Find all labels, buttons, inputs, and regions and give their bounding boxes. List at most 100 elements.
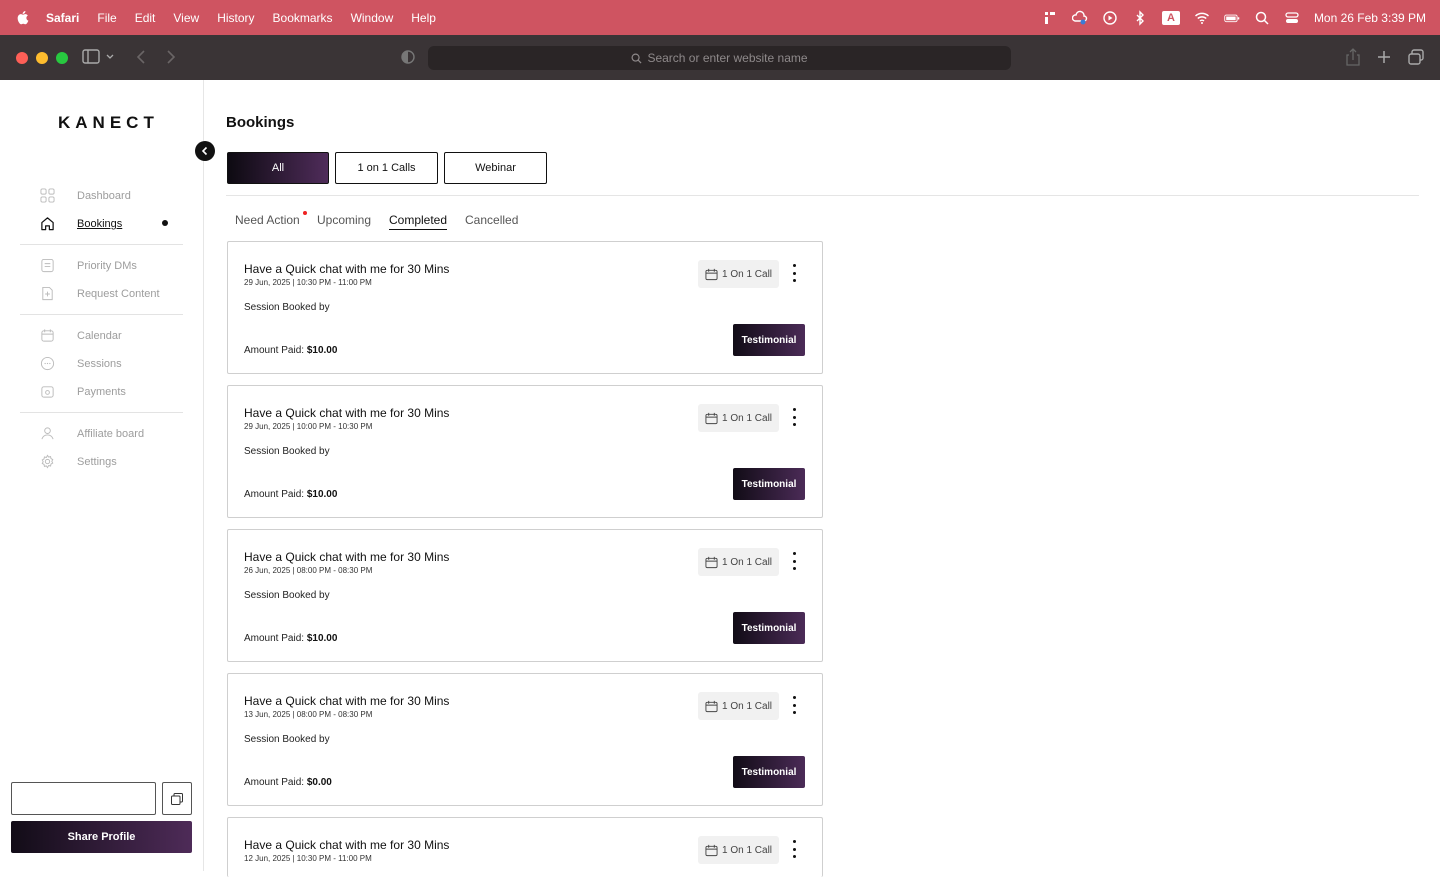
sidebar-item-calendar[interactable]: Calendar [40, 328, 122, 344]
booking-card[interactable]: Have a Quick chat with me for 30 Mins 12… [227, 817, 823, 877]
amount-paid-value: $10.00 [306, 633, 338, 644]
testimonial-button[interactable]: Testimonial [733, 612, 805, 644]
battery-icon[interactable] [1224, 10, 1240, 26]
amount-paid-label: Amount Paid: [244, 777, 305, 788]
user-icon [40, 426, 56, 442]
address-bar[interactable]: Search or enter website name [428, 46, 1011, 70]
tab-overview-icon[interactable] [1407, 48, 1425, 71]
close-window-button[interactable] [16, 51, 28, 64]
sidebar-item-affiliate-board[interactable]: Affiliate board [40, 426, 144, 442]
sidebar-item-label: Affiliate board [77, 428, 145, 440]
menu-app-safari[interactable]: Safari [46, 11, 79, 25]
back-icon[interactable] [135, 48, 147, 71]
sidebar-item-label: Payments [77, 386, 126, 398]
tab-completed[interactable]: Completed [389, 213, 448, 230]
more-options-icon[interactable] [790, 264, 798, 282]
more-options-icon[interactable] [790, 408, 798, 426]
sidebar-item-label: Dashboard [77, 190, 131, 202]
sidebar-item-label: Sessions [77, 358, 122, 370]
zoom-window-button[interactable] [56, 51, 68, 64]
tab-webinar[interactable]: Webinar [444, 152, 547, 184]
spotlight-search-icon[interactable] [1254, 10, 1270, 26]
more-options-icon[interactable] [790, 552, 798, 570]
collapse-sidebar-button[interactable] [195, 141, 215, 161]
testimonial-button[interactable]: Testimonial [733, 324, 805, 356]
new-tab-icon[interactable] [1377, 48, 1391, 71]
sidebar-item-payments[interactable]: Payments [40, 384, 126, 400]
sidebar: KANECT Dashboard Bookings Priority DMs R… [0, 80, 204, 871]
amount-paid: Amount Paid: $0.00 [244, 777, 332, 788]
input-source-badge[interactable]: A [1161, 10, 1180, 25]
kanect-logo[interactable]: KANECT [58, 113, 159, 133]
tab-cancelled[interactable]: Cancelled [465, 213, 518, 229]
menubar-datetime[interactable]: Mon 26 Feb 3:39 PM [1314, 11, 1426, 25]
sidebar-item-settings[interactable]: Settings [40, 454, 117, 470]
sidebar-item-sessions[interactable]: Sessions [40, 356, 122, 372]
minimize-window-button[interactable] [36, 51, 48, 64]
apple-icon[interactable] [16, 10, 30, 26]
search-icon [631, 53, 642, 64]
testimonial-button[interactable]: Testimonial [733, 756, 805, 788]
amount-paid-value: $0.00 [306, 777, 332, 788]
booking-card[interactable]: Have a Quick chat with me for 30 Mins 29… [227, 241, 823, 374]
play-icon[interactable] [1102, 10, 1118, 26]
file-plus-icon [40, 286, 56, 302]
wallet-icon [40, 384, 56, 400]
sidebar-divider [20, 244, 183, 245]
booking-datetime: 29 Jun, 2025 | 10:00 PM - 10:30 PM [244, 422, 373, 431]
sidebar-item-label: Settings [77, 456, 117, 468]
sidebar-toggle-icon[interactable] [82, 48, 114, 71]
more-options-icon[interactable] [790, 840, 798, 858]
share-profile-button[interactable]: Share Profile [11, 821, 192, 853]
tab-all[interactable]: All [227, 152, 329, 184]
amount-paid: Amount Paid: $10.00 [244, 633, 337, 644]
macos-menu-bar: Safari File Edit View History Bookmarks … [0, 0, 1440, 35]
chevron-left-icon [201, 146, 208, 156]
tab-upcoming[interactable]: Upcoming [317, 213, 371, 229]
share-icon[interactable] [1345, 48, 1361, 71]
booking-card[interactable]: Have a Quick chat with me for 30 Mins 13… [227, 673, 823, 806]
amount-paid-value: $10.00 [306, 345, 338, 356]
sidebar-item-request-content[interactable]: Request Content [40, 286, 160, 302]
more-options-icon[interactable] [790, 696, 798, 714]
section-divider [226, 195, 1419, 196]
document-icon [40, 258, 56, 274]
sidebar-item-priority-dms[interactable]: Priority DMs [40, 258, 137, 274]
booking-datetime: 29 Jun, 2025 | 10:30 PM - 11:00 PM [244, 278, 372, 287]
session-type-badge: 1 On 1 Call [698, 836, 779, 864]
session-type-label: 1 On 1 Call [721, 700, 773, 712]
profile-link-input[interactable] [11, 782, 156, 815]
menu-file[interactable]: File [97, 11, 116, 25]
booking-card[interactable]: Have a Quick chat with me for 30 Mins 29… [227, 385, 823, 518]
booking-card[interactable]: Have a Quick chat with me for 30 Mins 26… [227, 529, 823, 662]
control-icon[interactable] [1042, 10, 1058, 26]
session-type-badge: 1 On 1 Call [698, 548, 779, 576]
session-type-label: 1 On 1 Call [721, 268, 773, 280]
sidebar-item-dashboard[interactable]: Dashboard [40, 188, 131, 204]
wifi-icon[interactable] [1194, 10, 1210, 26]
copy-link-button[interactable] [162, 782, 192, 815]
menu-history[interactable]: History [217, 11, 254, 25]
menu-edit[interactable]: Edit [135, 11, 156, 25]
sidebar-item-label: Priority DMs [77, 260, 137, 272]
main-content: Bookings All 1 on 1 Calls Webinar Need A… [205, 80, 1440, 877]
calendar-icon [40, 328, 56, 344]
control-center-icon[interactable] [1284, 10, 1300, 26]
menu-bookmarks[interactable]: Bookmarks [273, 11, 333, 25]
bluetooth-icon[interactable] [1132, 9, 1148, 26]
home-icon [40, 216, 56, 232]
sidebar-item-bookings[interactable]: Bookings [40, 216, 122, 232]
calendar-icon [705, 556, 718, 568]
tab-need-action[interactable]: Need Action [235, 213, 300, 229]
menu-help[interactable]: Help [411, 11, 436, 25]
menu-window[interactable]: Window [351, 11, 394, 25]
sidebar-divider [20, 412, 183, 413]
active-indicator-dot [162, 220, 168, 226]
tab-1on1-calls[interactable]: 1 on 1 Calls [335, 152, 438, 184]
testimonial-button[interactable]: Testimonial [733, 468, 805, 500]
privacy-shield-icon[interactable] [400, 48, 416, 71]
forward-icon[interactable] [165, 48, 177, 71]
booked-by-label: Session Booked by [244, 734, 330, 745]
creative-cloud-icon[interactable] [1071, 10, 1088, 26]
menu-view[interactable]: View [173, 11, 199, 25]
